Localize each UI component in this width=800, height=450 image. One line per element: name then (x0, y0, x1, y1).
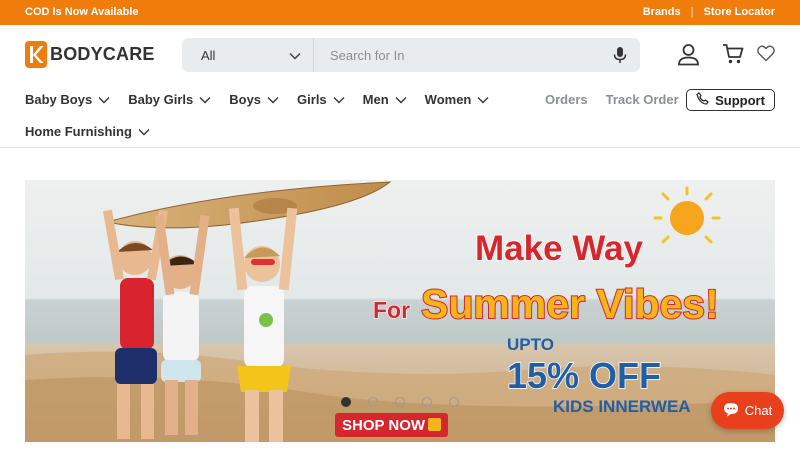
nav-item-baby-girls[interactable]: Baby Girls (128, 92, 211, 107)
support-button[interactable]: Support (686, 89, 775, 111)
category-nav: Baby Boys Baby Girls Boys Girls Men Wome… (25, 92, 489, 107)
store-locator-link[interactable]: Store Locator (703, 6, 775, 18)
nav-item-women[interactable]: Women (425, 92, 490, 107)
banner-headline-1: Make Way (475, 229, 643, 268)
chevron-down-icon (289, 48, 301, 63)
brand-logo[interactable]: BODYCARE (25, 41, 155, 68)
header-divider (0, 147, 800, 148)
heart-icon[interactable] (757, 45, 775, 62)
nav-item-label: Home Furnishing (25, 124, 132, 139)
chevron-down-icon (199, 92, 211, 107)
chevron-down-icon (477, 92, 489, 107)
shopping-bag-icon (428, 418, 441, 431)
carousel-dot[interactable] (368, 397, 378, 407)
utility-nav: Orders Track Order (545, 92, 679, 107)
nav-item-label: Women (424, 92, 472, 107)
phone-icon (696, 92, 709, 108)
chat-label: Chat (744, 403, 773, 418)
chat-button[interactable]: Chat (711, 392, 784, 429)
nav-item-men[interactable]: Men (363, 92, 407, 107)
logo-mark (25, 41, 47, 68)
search-input[interactable] (314, 38, 600, 72)
topbar-links: Brands | Store Locator (643, 6, 775, 18)
chevron-down-icon (395, 92, 407, 107)
nav-item-girls[interactable]: Girls (297, 92, 345, 107)
chevron-down-icon (98, 92, 110, 107)
banner-offer-prefix: UPTO (507, 335, 554, 354)
cod-announcement: COD Is Now Available (25, 6, 139, 18)
nav-item-label: Men (362, 92, 389, 107)
carousel-dot[interactable] (422, 397, 432, 407)
chat-bubble-icon (723, 402, 739, 420)
category-nav-row-2: Home Furnishing (25, 124, 150, 139)
nav-item-baby-boys[interactable]: Baby Boys (25, 92, 110, 107)
carousel-dot[interactable] (395, 397, 405, 407)
carousel-dot[interactable] (449, 397, 459, 407)
brands-link[interactable]: Brands (643, 6, 681, 18)
microphone-icon[interactable] (600, 38, 640, 72)
category-select[interactable]: All (182, 38, 314, 72)
shop-now-label: SHOP NOW (342, 417, 426, 434)
cart-icon[interactable] (722, 43, 744, 65)
nav-item-label: Baby Boys (25, 92, 93, 107)
carousel-dot[interactable] (341, 397, 351, 407)
track-order-link[interactable]: Track Order (606, 92, 679, 107)
nav-item-label: Baby Girls (128, 92, 194, 107)
announcement-bar: COD Is Now Available Brands | Store Loca… (0, 0, 800, 25)
banner-offer: 15% OFF (507, 355, 661, 396)
carousel-dots (341, 397, 459, 407)
nav-item-boys[interactable]: Boys (229, 92, 279, 107)
nav-item-label: Girls (297, 92, 327, 107)
nav-item-home-furnishing[interactable]: Home Furnishing (25, 124, 150, 139)
banner-headline-2: Summer Vibes! (421, 281, 719, 327)
user-icon[interactable] (677, 43, 700, 66)
brand-name: BODYCARE (50, 44, 155, 64)
banner-offer-sub: KIDS INNERWEA (553, 397, 691, 416)
chevron-down-icon (267, 92, 279, 107)
nav-item-label: Boys (229, 92, 262, 107)
chevron-down-icon (333, 92, 345, 107)
category-select-value: All (201, 47, 216, 63)
banner-headline-for: For (373, 297, 410, 323)
topbar-separator: | (690, 6, 694, 18)
chevron-down-icon (138, 124, 150, 139)
search-bar: All (182, 38, 640, 72)
support-label: Support (715, 92, 765, 108)
orders-link[interactable]: Orders (545, 92, 588, 107)
